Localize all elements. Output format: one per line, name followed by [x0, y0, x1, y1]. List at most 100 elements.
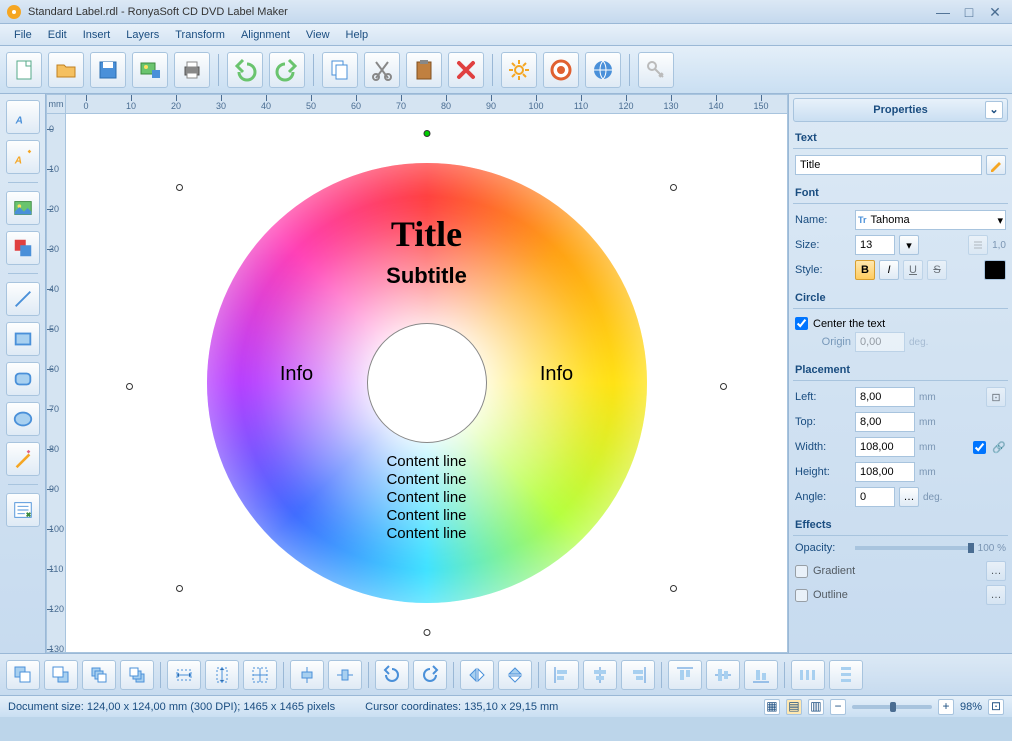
flip-h-button[interactable] [460, 660, 494, 690]
font-size-input[interactable] [855, 235, 895, 255]
zoom-in-button[interactable]: + [938, 699, 954, 715]
fit-width-button[interactable] [167, 660, 201, 690]
menu-file[interactable]: File [6, 26, 40, 44]
align-bottom-button[interactable] [744, 660, 778, 690]
new-button[interactable] [6, 52, 42, 88]
disc-label[interactable]: Title Subtitle Info Info Content lineCon… [207, 163, 647, 603]
disc-info-left[interactable]: Info [247, 363, 347, 386]
menu-alignment[interactable]: Alignment [233, 26, 298, 44]
settings-button[interactable] [501, 52, 537, 88]
freehand-tool[interactable] [6, 442, 40, 476]
undo-button[interactable] [227, 52, 263, 88]
disc-info-right[interactable]: Info [507, 363, 607, 386]
opacity-slider[interactable] [855, 546, 974, 550]
flip-v-button[interactable] [498, 660, 532, 690]
maximize-button[interactable]: □ [958, 4, 980, 20]
disc-title[interactable]: Title [207, 213, 647, 255]
gradient-more-button[interactable]: … [986, 561, 1006, 581]
bold-button[interactable]: B [855, 260, 875, 280]
distribute-h-button[interactable] [791, 660, 825, 690]
outline-more-button[interactable]: … [986, 585, 1006, 605]
key-button[interactable] [638, 52, 674, 88]
clipart-tool[interactable] [6, 231, 40, 265]
selection-handle[interactable] [670, 585, 677, 592]
snap-toggle[interactable]: ▤ [786, 699, 802, 715]
underline-button[interactable]: U [903, 260, 923, 280]
left-input[interactable] [855, 387, 915, 407]
center-v-button[interactable] [328, 660, 362, 690]
position-lock-button[interactable]: ⊡ [986, 387, 1006, 407]
help-button[interactable] [543, 52, 579, 88]
gradient-checkbox[interactable] [795, 565, 808, 578]
ellipse-tool[interactable] [6, 402, 40, 436]
round-rect-tool[interactable] [6, 362, 40, 396]
disc-subtitle[interactable]: Subtitle [207, 263, 647, 289]
selection-handle[interactable] [423, 130, 430, 137]
align-top-button[interactable] [668, 660, 702, 690]
text-input[interactable] [795, 155, 982, 175]
align-right-button[interactable] [621, 660, 655, 690]
selection-handle[interactable] [423, 629, 430, 636]
circle-text-tool[interactable]: A [6, 140, 40, 174]
save-button[interactable] [90, 52, 126, 88]
image-tool[interactable] [6, 191, 40, 225]
zoom-slider[interactable] [852, 705, 932, 709]
send-backward-button[interactable] [120, 660, 154, 690]
menu-transform[interactable]: Transform [167, 26, 233, 44]
line-tool[interactable] [6, 282, 40, 316]
web-button[interactable] [585, 52, 621, 88]
zoom-out-button[interactable]: − [830, 699, 846, 715]
menu-layers[interactable]: Layers [118, 26, 167, 44]
angle-more-button[interactable]: … [899, 487, 919, 507]
menu-edit[interactable]: Edit [40, 26, 75, 44]
align-center-v-button[interactable] [706, 660, 740, 690]
save-image-button[interactable] [132, 52, 168, 88]
selection-handle[interactable] [670, 184, 677, 191]
grid-toggle[interactable]: ▦ [764, 699, 780, 715]
width-input[interactable] [855, 437, 915, 457]
fit-both-button[interactable] [243, 660, 277, 690]
selection-handle[interactable] [720, 383, 727, 390]
height-input[interactable] [855, 462, 915, 482]
zoom-fit-button[interactable]: ⊡ [988, 699, 1004, 715]
rectangle-tool[interactable] [6, 322, 40, 356]
tracklist-tool[interactable] [6, 493, 40, 527]
selection-handle[interactable] [176, 585, 183, 592]
chevron-down-icon[interactable]: ▾ [997, 214, 1003, 227]
angle-input[interactable] [855, 487, 895, 507]
send-back-button[interactable] [44, 660, 78, 690]
menu-view[interactable]: View [298, 26, 338, 44]
fit-height-button[interactable] [205, 660, 239, 690]
text-tool[interactable]: A [6, 100, 40, 134]
distribute-v-button[interactable] [829, 660, 863, 690]
font-color-button[interactable] [984, 260, 1006, 280]
copy-button[interactable] [322, 52, 358, 88]
paste-button[interactable] [406, 52, 442, 88]
selection-handle[interactable] [176, 184, 183, 191]
rotate-right-button[interactable] [413, 660, 447, 690]
menu-help[interactable]: Help [338, 26, 377, 44]
guides-toggle[interactable]: ▥ [808, 699, 824, 715]
top-input[interactable] [855, 412, 915, 432]
disc-content[interactable]: Content lineContent lineContent lineCont… [207, 453, 647, 543]
edit-text-button[interactable] [986, 155, 1006, 175]
open-button[interactable] [48, 52, 84, 88]
delete-button[interactable] [448, 52, 484, 88]
collapse-icon[interactable]: ⌄ [985, 101, 1003, 119]
strikethrough-button[interactable]: S [927, 260, 947, 280]
selection-handle[interactable] [126, 383, 133, 390]
italic-button[interactable]: I [879, 260, 899, 280]
cut-button[interactable] [364, 52, 400, 88]
align-left-button[interactable] [545, 660, 579, 690]
font-size-dropdown[interactable]: ▾ [899, 235, 919, 255]
canvas[interactable]: Title Subtitle Info Info Content lineCon… [66, 114, 788, 653]
center-text-checkbox[interactable] [795, 317, 808, 330]
print-button[interactable] [174, 52, 210, 88]
aspect-lock-checkbox[interactable] [973, 441, 986, 454]
bring-front-button[interactable] [6, 660, 40, 690]
redo-button[interactable] [269, 52, 305, 88]
rotate-left-button[interactable] [375, 660, 409, 690]
font-name-select[interactable]: Tahoma [867, 214, 998, 226]
align-center-h-button[interactable] [583, 660, 617, 690]
line-spacing-button[interactable] [968, 235, 988, 255]
